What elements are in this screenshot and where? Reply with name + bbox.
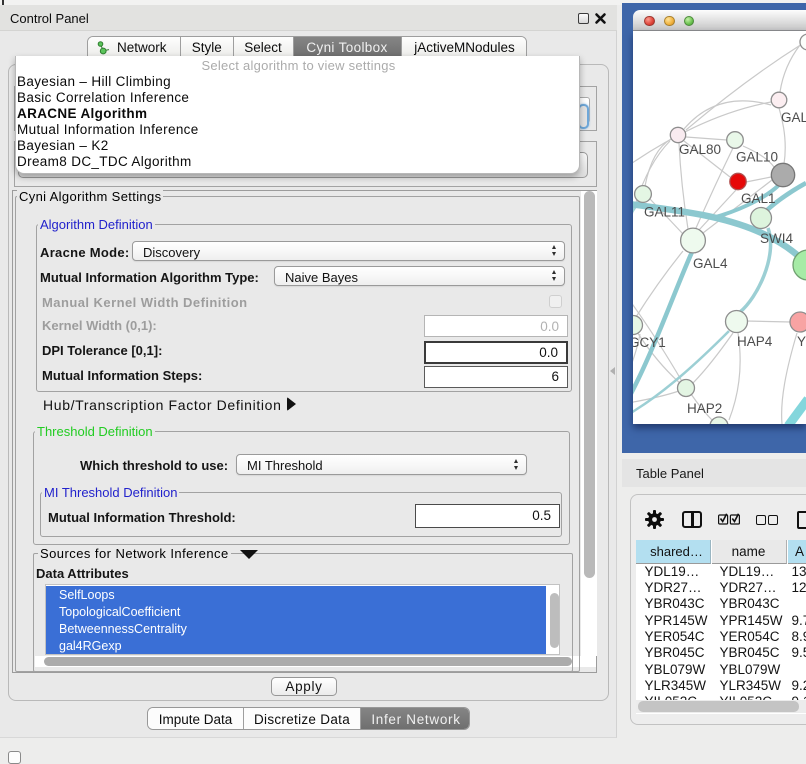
svg-text:YM: YM: [797, 334, 806, 349]
svg-text:GAL4: GAL4: [693, 256, 728, 271]
svg-text:HAP4: HAP4: [737, 334, 773, 349]
svg-text:HAP2: HAP2: [687, 401, 722, 416]
svg-text:SWI4: SWI4: [760, 231, 793, 246]
svg-text:GCY1: GCY1: [633, 335, 666, 350]
svg-text:GAL80: GAL80: [679, 142, 721, 157]
svg-text:GAL10: GAL10: [736, 150, 778, 165]
svg-text:GAL7: GAL7: [781, 110, 806, 125]
svg-text:GAL11: GAL11: [644, 205, 685, 220]
svg-text:GAL1: GAL1: [741, 191, 776, 206]
